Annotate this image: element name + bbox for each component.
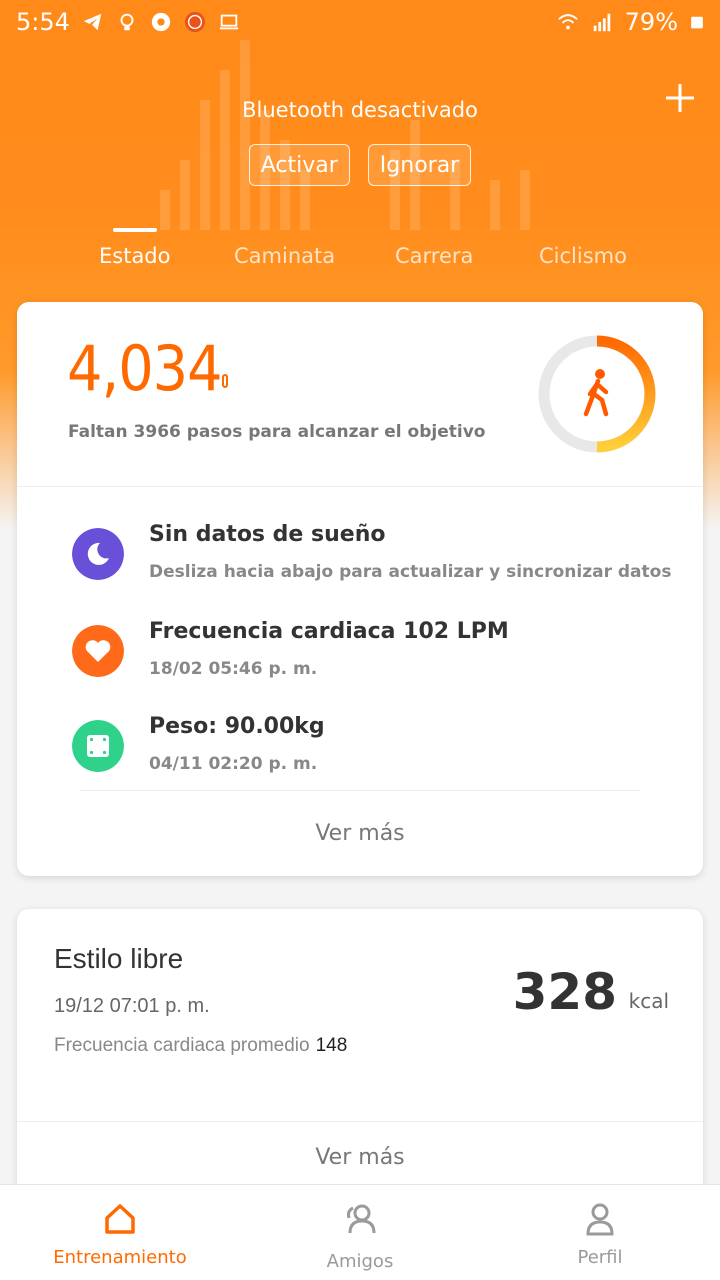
home-icon [105, 1204, 135, 1234]
decorative-bars [150, 40, 570, 230]
tab-carrera[interactable]: Carrera [395, 244, 473, 268]
ignore-bluetooth-button[interactable]: Ignorar [367, 144, 472, 186]
bottom-navigation: Entrenamiento Amigos Perfil [0, 1184, 720, 1280]
friends-icon [347, 1204, 376, 1234]
battery-level: 79% [624, 8, 678, 36]
workout-calories-unit: kcal [628, 989, 669, 1013]
nav-entrenamiento[interactable]: Entrenamiento [0, 1185, 240, 1280]
heart-rate-title: Frecuencia cardiaca 102 LPM [149, 619, 509, 644]
status-card: 4,034 Faltan 3966 pasos para alcanzar el… [17, 302, 703, 876]
see-more-button[interactable]: Ver más [17, 821, 703, 846]
weight-date: 04/11 02:20 p. m. [149, 754, 318, 774]
heart-rate-date: 18/02 05:46 p. m. [149, 659, 318, 679]
workout-title: Estilo libre [54, 943, 184, 974]
activate-bluetooth-button[interactable]: Activar [248, 144, 350, 186]
nav-label: Perfil [577, 1247, 623, 1268]
mi-icon [184, 11, 205, 33]
nav-label: Entrenamiento [53, 1247, 187, 1268]
signal-icon [593, 13, 610, 32]
card-divider [17, 486, 703, 487]
telegram-icon [83, 13, 102, 31]
bluetooth-status-text: Bluetooth desactivado [242, 98, 478, 122]
heart-icon [72, 625, 124, 677]
steps-remaining-text: Faltan 3966 pasos para alcanzar el objet… [68, 422, 486, 442]
workout-heart-rate: Frecuencia cardiaca promedio 148 [54, 1035, 347, 1057]
workout-date: 19/12 07:01 p. m. [54, 995, 210, 1017]
heart-rate-row[interactable]: Frecuencia cardiaca 102 LPM 18/02 05:46 … [72, 619, 672, 699]
status-bar: 5:54 79% [0, 0, 720, 44]
tab-ciclismo[interactable]: Ciclismo [539, 244, 627, 268]
card-divider [80, 790, 640, 791]
sleep-row[interactable]: z Sin datos de sueño Desliza hacia abajo… [72, 522, 672, 602]
tab-caminata[interactable]: Caminata [234, 244, 335, 268]
workout-hr-label: Frecuencia cardiaca promedio [54, 1035, 310, 1056]
wifi-icon [557, 14, 578, 30]
circle-app-icon [151, 12, 171, 32]
tab-estado[interactable]: Estado [99, 244, 171, 268]
bulb-icon [120, 13, 134, 31]
steps-count[interactable]: 4,034 [67, 332, 223, 405]
nav-perfil[interactable]: Perfil [480, 1185, 720, 1280]
svg-text:z: z [103, 545, 108, 555]
workout-hr-value: 148 [315, 1035, 348, 1056]
profile-icon [586, 1203, 614, 1236]
walking-icon [583, 369, 609, 417]
band-icon [222, 374, 228, 388]
sleep-title: Sin datos de sueño [149, 522, 386, 547]
activity-tabs: Estado Caminata Carrera Ciclismo [0, 226, 720, 286]
nav-amigos[interactable]: Amigos [240, 1185, 480, 1280]
workout-calories: 328 [512, 963, 617, 1021]
clock: 5:54 [16, 8, 70, 36]
nav-label: Amigos [326, 1251, 394, 1272]
moon-icon: z [72, 528, 124, 580]
bluetooth-actions: Activar Ignorar [0, 144, 720, 186]
sleep-subtitle: Desliza hacia abajo para actualizar y si… [149, 562, 672, 582]
weight-row[interactable]: Peso: 90.00kg 04/11 02:20 p. m. [72, 714, 672, 794]
laptop-icon [219, 14, 239, 30]
card-divider [17, 1121, 703, 1122]
scale-icon [72, 720, 124, 772]
workout-see-more-button[interactable]: Ver más [17, 1145, 703, 1170]
battery-icon [691, 16, 703, 29]
weight-title: Peso: 90.00kg [149, 714, 325, 739]
